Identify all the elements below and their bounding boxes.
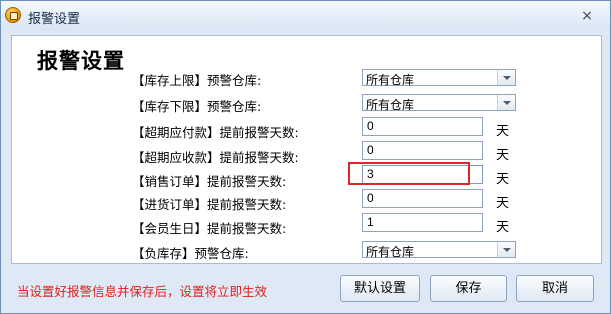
payable-days-input[interactable]: 0 <box>362 117 483 136</box>
label-receivable-overdue: 【超期应收款】提前报警天数: <box>132 150 299 165</box>
label-negative-stock: 【负库存】预警仓库: <box>132 246 249 261</box>
select-stock-upper-warehouse[interactable]: 所有仓库 <box>362 69 516 87</box>
unit-label: 天 <box>496 220 510 235</box>
window-title: 报警设置 <box>28 12 81 27</box>
select-negative-stock-warehouse[interactable]: 所有仓库 <box>362 241 516 259</box>
cancel-button[interactable]: 取消 <box>516 275 594 302</box>
alarm-settings-window: 报警设置 × 报警设置 【库存上限】预警仓库: 所有仓库 【库存下限】预警仓库:… <box>0 0 611 314</box>
chevron-down-icon[interactable] <box>497 95 515 110</box>
select-value: 所有仓库 <box>366 245 415 259</box>
default-settings-button[interactable]: 默认设置 <box>340 275 420 302</box>
purchase-order-days-input[interactable]: 0 <box>362 189 483 208</box>
label-sales-order: 【销售订单】提前报警天数: <box>132 174 287 189</box>
label-payable-overdue: 【超期应付款】提前报警天数: <box>132 125 299 140</box>
chevron-down-icon[interactable] <box>497 70 515 85</box>
member-birthday-days-input[interactable]: 1 <box>362 213 483 232</box>
app-icon <box>5 7 21 23</box>
page-title: 报警设置 <box>37 49 125 73</box>
title-bar[interactable]: 报警设置 × <box>1 1 610 31</box>
highlight-box <box>348 162 470 185</box>
unit-label: 天 <box>496 124 510 139</box>
label-stock-upper: 【库存上限】预警仓库: <box>132 73 262 88</box>
unit-label: 天 <box>496 196 510 211</box>
receivable-days-input[interactable]: 0 <box>362 141 483 160</box>
select-value: 所有仓库 <box>366 98 415 112</box>
chevron-down-icon[interactable] <box>497 242 515 257</box>
unit-label: 天 <box>496 172 510 187</box>
label-purchase-order: 【进货订单】提前报警天数: <box>132 197 287 212</box>
close-icon[interactable]: × <box>580 9 594 23</box>
label-stock-lower: 【库存下限】预警仓库: <box>132 99 262 114</box>
select-value: 所有仓库 <box>366 73 415 87</box>
select-stock-lower-warehouse[interactable]: 所有仓库 <box>362 94 516 112</box>
unit-label: 天 <box>496 148 510 163</box>
label-member-birthday: 【会员生日】提前报警天数: <box>132 221 287 236</box>
save-button[interactable]: 保存 <box>430 275 507 302</box>
save-note: 当设置好报警信息并保存后，设置将立即生效 <box>17 284 268 299</box>
